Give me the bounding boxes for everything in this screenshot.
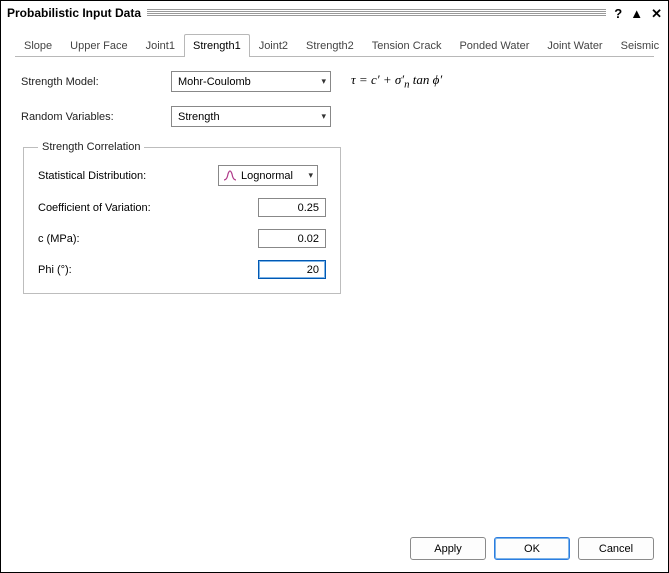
chevron-down-icon: ▾ <box>321 111 326 122</box>
chevron-down-icon: ▾ <box>321 76 326 87</box>
window-title: Probabilistic Input Data <box>7 6 141 20</box>
cancel-button[interactable]: Cancel <box>578 537 654 560</box>
tab-strength1[interactable]: Strength1 <box>184 34 250 57</box>
phi-label: Phi (°): <box>38 264 218 276</box>
dialog-window: Probabilistic Input Data ? ▲ ✕ Slope Upp… <box>0 0 669 573</box>
row-c: c (MPa): <box>38 229 326 248</box>
c-input[interactable] <box>258 229 326 248</box>
tab-body: Strength Model: Mohr-Coulomb ▾ τ = c′ + … <box>15 56 654 300</box>
strength-formula: τ = c′ + σ′n tan ϕ′ <box>351 72 442 91</box>
row-phi: Phi (°): <box>38 260 326 279</box>
row-random-variables: Random Variables: Strength ▾ <box>21 106 648 127</box>
tab-upper-face[interactable]: Upper Face <box>61 34 136 57</box>
button-bar: Apply OK Cancel <box>1 527 668 572</box>
tabstrip: Slope Upper Face Joint1 Strength1 Joint2… <box>1 23 668 56</box>
tab-joint1[interactable]: Joint1 <box>137 34 184 57</box>
rand-vars-value: Strength <box>178 111 220 123</box>
rand-vars-select[interactable]: Strength ▾ <box>171 106 331 127</box>
help-icon[interactable]: ? <box>614 7 622 20</box>
tab-joint-water[interactable]: Joint Water <box>538 34 611 57</box>
cov-input[interactable] <box>258 198 326 217</box>
tab-ponded-water[interactable]: Ponded Water <box>450 34 538 57</box>
distribution-select[interactable]: Lognormal ▾ <box>218 165 318 186</box>
group-legend: Strength Correlation <box>38 141 144 153</box>
strength-model-label: Strength Model: <box>21 76 171 88</box>
distribution-value: Lognormal <box>237 170 308 182</box>
distribution-label: Statistical Distribution: <box>38 170 218 182</box>
cov-label: Coefficient of Variation: <box>38 202 218 214</box>
phi-input[interactable] <box>258 260 326 279</box>
row-cov: Coefficient of Variation: <box>38 198 326 217</box>
tab-tension-crack[interactable]: Tension Crack <box>363 34 451 57</box>
strength-model-value: Mohr-Coulomb <box>178 76 251 88</box>
tab-slope[interactable]: Slope <box>15 34 61 57</box>
collapse-icon[interactable]: ▲ <box>630 7 643 20</box>
row-distribution: Statistical Distribution: Lognormal ▾ <box>38 165 326 186</box>
strength-model-select[interactable]: Mohr-Coulomb ▾ <box>171 71 331 92</box>
ok-button[interactable]: OK <box>494 537 570 560</box>
distribution-icon <box>223 170 237 182</box>
titlebar-rule <box>147 9 606 17</box>
chevron-down-icon: ▾ <box>308 170 313 181</box>
tab-seismic[interactable]: Seismic <box>612 34 669 57</box>
c-label: c (MPa): <box>38 233 218 245</box>
strength-correlation-group: Strength Correlation Statistical Distrib… <box>23 141 341 294</box>
content-spacer <box>1 300 668 527</box>
tab-strength2[interactable]: Strength2 <box>297 34 363 57</box>
titlebar-controls: ? ▲ ✕ <box>614 7 662 20</box>
row-strength-model: Strength Model: Mohr-Coulomb ▾ τ = c′ + … <box>21 71 648 92</box>
rand-vars-label: Random Variables: <box>21 111 171 123</box>
close-icon[interactable]: ✕ <box>651 7 662 20</box>
apply-button[interactable]: Apply <box>410 537 486 560</box>
titlebar: Probabilistic Input Data ? ▲ ✕ <box>1 1 668 23</box>
tab-joint2[interactable]: Joint2 <box>250 34 297 57</box>
